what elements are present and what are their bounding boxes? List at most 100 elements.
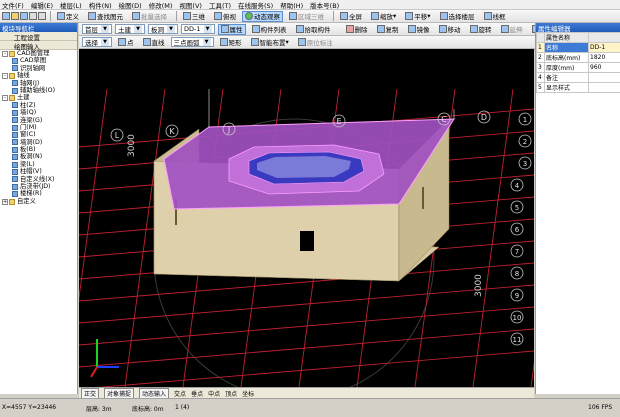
menu-item[interactable]: 帮助(H) — [280, 0, 303, 10]
snap-toggle[interactable]: 动态输入 — [139, 387, 170, 399]
local-3d-button[interactable]: 区域三维 — [286, 11, 327, 22]
pick-element-button[interactable]: 拾取构件 — [293, 24, 334, 35]
window-right[interactable] — [422, 187, 424, 209]
original-position-button[interactable]: 原位标注 — [295, 37, 336, 48]
panel-nav-button[interactable]: 绘图输入 — [0, 41, 77, 51]
property-value[interactable] — [588, 82, 620, 93]
snap-toggle[interactable]: 垂点 — [191, 389, 203, 398]
discipline-select[interactable]: 土建 ▼ — [115, 24, 145, 34]
floor-select[interactable]: 首层 ▼ — [82, 24, 112, 34]
arc-mode-select[interactable]: 三点画弧 ▼ — [170, 37, 214, 47]
new-icon[interactable] — [2, 12, 10, 20]
tree-item[interactable]: 墙(Q) — [0, 109, 77, 116]
tree-item-label: 墙(Q) — [20, 109, 37, 117]
property-value[interactable]: 1820 — [588, 52, 620, 63]
menu-item[interactable]: 构件(N) — [89, 0, 112, 10]
select-floor-button[interactable]: 选择楼层 — [437, 11, 478, 22]
menu-item[interactable]: 工具(T) — [209, 0, 231, 10]
panel-nav-button[interactable]: 工程设置 — [0, 32, 77, 42]
property-row[interactable]: 1 名称 DD-1 — [536, 42, 620, 53]
property-row[interactable]: 5 显示样式 — [536, 82, 620, 93]
property-row[interactable]: 2 底标高(mm) 1820 — [536, 52, 620, 63]
3d-viewport[interactable]: L K J E C D 1 2 3 4 5 6 7 8 9 10 11 3000 3000 — [79, 49, 534, 387]
property-row[interactable]: 4 备注 — [536, 72, 620, 83]
expand-icon[interactable]: - — [2, 72, 8, 79]
full-screen-button[interactable]: 全屏 — [337, 11, 365, 22]
extend-button[interactable]: 延伸 — [498, 24, 526, 35]
3d-scene[interactable]: L K J E C D 1 2 3 4 5 6 7 8 9 10 11 3000 3000 — [79, 49, 534, 387]
tree-item[interactable]: 辅助轴线(O) — [0, 87, 77, 94]
select-mode[interactable]: 选择 ▼ — [82, 37, 112, 47]
dynamic-view-button[interactable]: 动态观察 — [242, 10, 283, 22]
property-value[interactable] — [588, 72, 620, 83]
expand-icon[interactable]: + — [2, 198, 8, 205]
property-row[interactable]: 3 厚度(mm) 960 — [536, 62, 620, 73]
pan-button[interactable]: 平移 ▾ — [402, 11, 433, 22]
tree-item[interactable]: CAD草图 — [0, 57, 77, 64]
building-model[interactable] — [153, 89, 455, 282]
snap-toggle[interactable]: 中点 — [208, 389, 220, 398]
tree-item[interactable]: 识别轴网 — [0, 65, 77, 72]
property-value[interactable]: DD-1 — [588, 42, 620, 53]
snap-toggle[interactable]: 坐标 — [242, 389, 254, 398]
point-button[interactable]: 点 — [115, 37, 137, 48]
element-icon — [12, 154, 18, 161]
tree-item[interactable]: 轴网(J) — [0, 80, 77, 87]
line-frame-label: 线框 — [492, 13, 506, 21]
find-element-button[interactable]: 查找图元 — [85, 11, 126, 22]
status-floor-height: 层高: 3m — [86, 406, 112, 413]
tree-item[interactable]: 柱(Z) — [0, 102, 77, 109]
menu-item[interactable]: 在线服务(S) — [238, 0, 273, 10]
tree-item[interactable]: - 轴线 — [0, 72, 77, 79]
tree-item[interactable]: + 自定义 — [0, 198, 77, 205]
batch-select-button[interactable]: 批量选择 — [129, 11, 170, 22]
menu-item[interactable]: 绘图(D) — [119, 0, 142, 10]
element-list-button[interactable]: 构件列表 — [249, 24, 290, 35]
open-icon[interactable] — [11, 12, 19, 20]
menu-item[interactable]: 文件(F) — [2, 0, 24, 10]
move-button[interactable]: 移动 — [436, 24, 464, 35]
expand-icon[interactable]: - — [2, 50, 8, 57]
rotate-button[interactable]: 旋转 — [467, 24, 495, 35]
mirror-button[interactable]: 镜像 — [405, 24, 433, 35]
snap-toggle[interactable]: 对象捕捉 — [104, 387, 135, 399]
delete-button[interactable]: 删除 — [343, 24, 371, 35]
element-toolbar: 首层 ▼ 土建 ▼ 板洞 ▼ DD-1 ▼ 属性 构件列表 拾取构件 删除 复制 镜像 … — [79, 23, 554, 36]
line-button[interactable]: 直线 — [140, 37, 168, 48]
tree-item[interactable]: 楼梯(R) — [0, 190, 77, 197]
expand-icon[interactable]: - — [2, 95, 8, 102]
tree-item[interactable]: 自定义线(X) — [0, 176, 77, 183]
element-icon — [12, 176, 18, 183]
menu-item[interactable]: 视图(V) — [179, 0, 202, 10]
menu-item[interactable]: 版本号(B) — [310, 0, 339, 10]
property-value[interactable]: 960 — [588, 62, 620, 73]
element-id-select[interactable]: DD-1 ▼ — [181, 24, 215, 34]
element-type-select[interactable]: 板洞 ▼ — [148, 24, 178, 34]
tree-item[interactable]: - 土建 — [0, 94, 77, 101]
menu-item[interactable]: 编辑(E) — [31, 0, 53, 10]
snap-toggle[interactable]: 交点 — [174, 389, 186, 398]
zoom-button[interactable]: 缩放 ▾ — [368, 11, 399, 22]
tree-item[interactable]: 墙洞(D) — [0, 139, 77, 146]
tree-item[interactable]: 连梁(G) — [0, 117, 77, 124]
line-frame-button[interactable]: 线框 — [481, 11, 509, 22]
rect-button[interactable]: 矩形 — [217, 37, 245, 48]
copy-button[interactable]: 复制 — [374, 24, 402, 35]
plan-view-button[interactable]: 俯视 — [211, 11, 239, 22]
undo-icon[interactable] — [29, 12, 37, 20]
smart-layout-button[interactable]: 智能布置 ▾ — [248, 37, 292, 48]
view-3d-button[interactable]: 三维 — [180, 11, 208, 22]
define-button[interactable]: 定义 — [54, 11, 82, 22]
tree-item[interactable]: 窗(C) — [0, 131, 77, 138]
menu-item[interactable]: 修改(M) — [149, 0, 173, 10]
redo-icon[interactable] — [38, 12, 46, 20]
snap-toggle[interactable]: 正交 — [81, 387, 100, 399]
tree-item[interactable]: 门(M) — [0, 124, 77, 131]
menu-item[interactable]: 楼层(L) — [60, 0, 82, 10]
tree-item[interactable]: 板洞(N) — [0, 153, 77, 160]
door-opening[interactable] — [300, 231, 314, 251]
property-button[interactable]: 属性 — [217, 23, 246, 35]
snap-toggle[interactable]: 顶点 — [225, 389, 237, 398]
tree-item[interactable]: 柱帽(V) — [0, 168, 77, 175]
save-icon[interactable] — [20, 12, 28, 20]
